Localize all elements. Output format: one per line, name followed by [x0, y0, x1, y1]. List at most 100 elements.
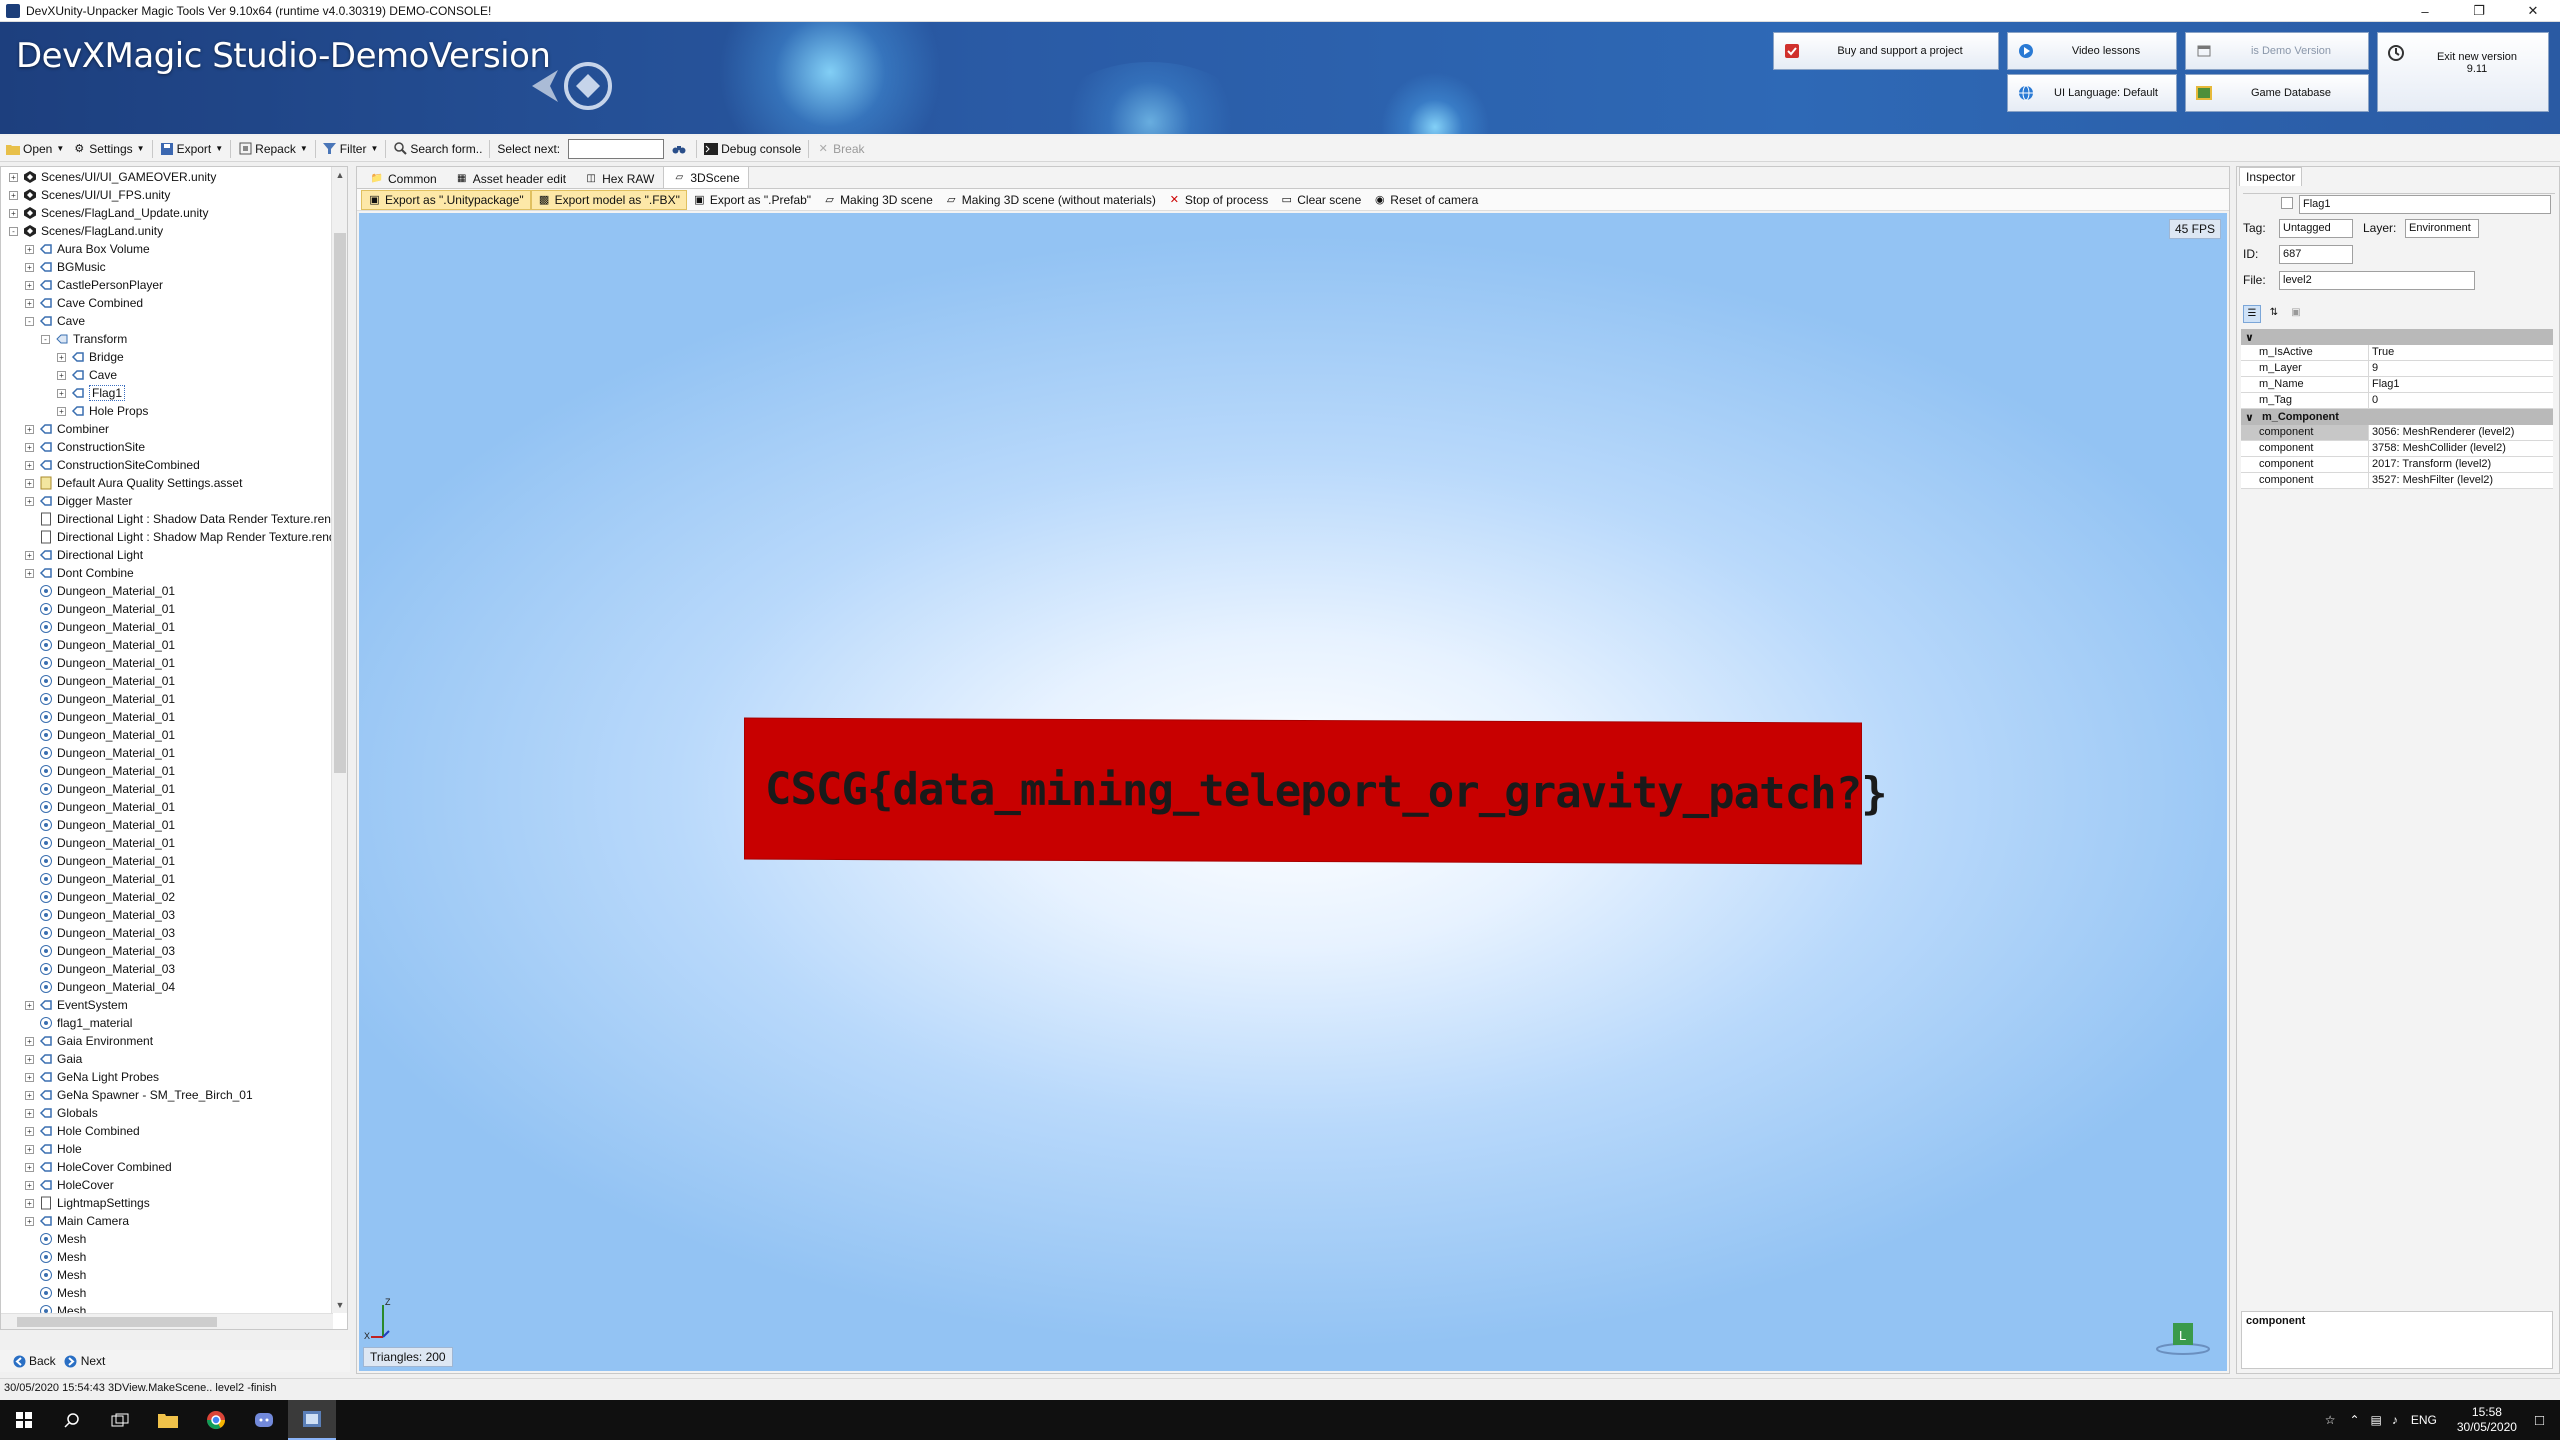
- expand-icon[interactable]: +: [25, 1090, 34, 1100]
- tree-item[interactable]: Mesh: [25, 1284, 86, 1302]
- tree-item[interactable]: + Digger Master: [25, 492, 132, 510]
- tree-item[interactable]: Dungeon_Material_01: [25, 582, 175, 600]
- category-components[interactable]: ∨ m_Component: [2241, 409, 2553, 425]
- expand-icon[interactable]: +: [25, 1036, 34, 1046]
- tree-item[interactable]: Directional Light : Shadow Map Render Te…: [25, 528, 336, 546]
- collapse-icon[interactable]: ∨: [2245, 411, 2254, 424]
- property-row[interactable]: component 2017: Transform (level2): [2241, 457, 2553, 473]
- property-row[interactable]: m_Layer 9: [2241, 361, 2553, 377]
- tree-item[interactable]: + EventSystem: [25, 996, 128, 1014]
- collapse-icon[interactable]: -: [9, 226, 18, 236]
- sort-alpha-icon[interactable]: ⇅: [2265, 305, 2283, 323]
- tree-item[interactable]: + Default Aura Quality Settings.asset: [25, 474, 242, 492]
- tree-item[interactable]: + HoleCover Combined: [25, 1158, 172, 1176]
- asset-tree[interactable]: + Scenes/UI/UI_GAMEOVER.unity + Scenes/UI/U…: [0, 166, 348, 1330]
- tree-item[interactable]: + Gaia: [25, 1050, 82, 1068]
- notifications-icon[interactable]: □: [2535, 1412, 2544, 1429]
- tree-item[interactable]: + Aura Box Volume: [25, 240, 150, 258]
- tree-item[interactable]: + Bridge: [57, 348, 124, 366]
- input-language[interactable]: ENG: [2411, 1413, 2437, 1427]
- tree-item[interactable]: + Cave Combined: [25, 294, 143, 312]
- expand-icon[interactable]: +: [25, 1072, 34, 1082]
- tree-item[interactable]: Dungeon_Material_01: [25, 870, 175, 888]
- tree-item[interactable]: - Transform: [41, 330, 127, 348]
- property-value[interactable]: 3758: MeshCollider (level2): [2369, 441, 2553, 456]
- making-3d-scene-button[interactable]: ▱ Making 3D scene: [817, 190, 939, 210]
- start-button[interactable]: [0, 1400, 48, 1440]
- expand-icon[interactable]: +: [9, 172, 18, 182]
- tree-item[interactable]: Directional Light : Shadow Data Render T…: [25, 510, 338, 528]
- tree-item[interactable]: Dungeon_Material_01: [25, 852, 175, 870]
- tree-vertical-scrollbar[interactable]: ▲ ▼: [331, 167, 347, 1313]
- tag-field[interactable]: Untagged: [2279, 219, 2353, 238]
- expand-icon[interactable]: +: [25, 1162, 34, 1172]
- buy-support-button[interactable]: Buy and support a project: [1773, 32, 1999, 70]
- tree-item[interactable]: Mesh: [25, 1266, 86, 1284]
- tree-horizontal-scrollbar[interactable]: [1, 1313, 333, 1329]
- expand-icon[interactable]: +: [25, 460, 34, 470]
- tree-item[interactable]: Dungeon_Material_01: [25, 618, 175, 636]
- expand-icon[interactable]: +: [25, 1000, 34, 1010]
- export-as-prefab-button[interactable]: ▣ Export as ".Prefab": [687, 190, 817, 210]
- property-row[interactable]: component 3758: MeshCollider (level2): [2241, 441, 2553, 457]
- expand-icon[interactable]: +: [9, 208, 18, 218]
- open-menu[interactable]: Open ▼: [2, 138, 68, 160]
- next-button[interactable]: Next: [60, 1350, 110, 1372]
- tree-item[interactable]: + GeNa Spawner - SM_Tree_Birch_01: [25, 1086, 253, 1104]
- property-value[interactable]: 9: [2369, 361, 2553, 376]
- property-row[interactable]: component 3056: MeshRenderer (level2): [2241, 425, 2553, 441]
- making-3d-scene-without-materials-button[interactable]: ▱ Making 3D scene (without materials): [939, 190, 1162, 210]
- explorer-taskbar-button[interactable]: [144, 1400, 192, 1440]
- expand-icon[interactable]: +: [25, 298, 34, 308]
- active-checkbox[interactable]: [2281, 197, 2293, 209]
- expand-icon[interactable]: +: [25, 280, 34, 290]
- tree-item[interactable]: + Main Camera: [25, 1212, 129, 1230]
- tree-item[interactable]: + Dont Combine: [25, 564, 134, 582]
- property-row[interactable]: component 3527: MeshFilter (level2): [2241, 473, 2553, 489]
- tree-item[interactable]: + Combiner: [25, 420, 109, 438]
- collapse-icon[interactable]: -: [41, 334, 50, 344]
- property-value[interactable]: True: [2369, 345, 2553, 360]
- tab-hex-raw[interactable]: ◫ Hex RAW: [575, 168, 663, 188]
- export-as-unitypackage-button[interactable]: ▣ Export as ".Unitypackage": [361, 189, 531, 210]
- exit-new-version-button[interactable]: Exit new version 9.11: [2377, 32, 2549, 112]
- tree-item[interactable]: Dungeon_Material_01: [25, 672, 175, 690]
- tab-asset-header-edit[interactable]: ▦ Asset header edit: [446, 168, 575, 188]
- expand-icon[interactable]: +: [25, 244, 34, 254]
- clock[interactable]: 15:58 30/05/2020: [2457, 1405, 2517, 1435]
- tree-item[interactable]: Dungeon_Material_01: [25, 744, 175, 762]
- tree-item[interactable]: Dungeon_Material_01: [25, 834, 175, 852]
- expand-icon[interactable]: +: [25, 478, 34, 488]
- scroll-thumb[interactable]: [17, 1317, 217, 1327]
- maximize-button[interactable]: ❐: [2452, 0, 2506, 22]
- tree-item[interactable]: + Gaia Environment: [25, 1032, 153, 1050]
- devx-taskbar-button[interactable]: [288, 1400, 336, 1440]
- expand-icon[interactable]: +: [25, 1108, 34, 1118]
- minimize-button[interactable]: –: [2398, 0, 2452, 22]
- repack-menu[interactable]: Repack ▼: [234, 138, 312, 160]
- expand-icon[interactable]: +: [25, 424, 34, 434]
- tab-3dscene[interactable]: ▱ 3DScene: [663, 166, 749, 188]
- tree-item[interactable]: Dungeon_Material_01: [25, 600, 175, 618]
- property-value[interactable]: 0: [2369, 393, 2553, 408]
- settings-menu[interactable]: ⚙ Settings ▼: [68, 138, 148, 160]
- scroll-up-icon[interactable]: ▲: [332, 167, 347, 183]
- tree-item[interactable]: Dungeon_Material_03: [25, 960, 175, 978]
- tree-item[interactable]: Dungeon_Material_02: [25, 888, 175, 906]
- tree-item[interactable]: Dungeon_Material_01: [25, 798, 175, 816]
- select-next-input[interactable]: [568, 138, 665, 159]
- collapse-icon[interactable]: -: [25, 316, 34, 326]
- volume-icon[interactable]: ♪: [2392, 1413, 2398, 1427]
- expand-icon[interactable]: +: [25, 442, 34, 452]
- tree-item[interactable]: Dungeon_Material_01: [25, 654, 175, 672]
- tree-item[interactable]: + Flag1: [57, 384, 126, 402]
- tab-common[interactable]: 📁 Common: [361, 168, 446, 188]
- name-field[interactable]: Flag1: [2299, 195, 2551, 214]
- expand-icon[interactable]: +: [25, 1144, 34, 1154]
- expand-icon[interactable]: +: [25, 1126, 34, 1136]
- tree-item[interactable]: + Scenes/UI/UI_GAMEOVER.unity: [9, 168, 216, 186]
- property-row[interactable]: m_Tag 0: [2241, 393, 2553, 409]
- property-row[interactable]: m_IsActive True: [2241, 345, 2553, 361]
- expand-icon[interactable]: +: [25, 496, 34, 506]
- video-lessons-button[interactable]: Video lessons: [2007, 32, 2177, 70]
